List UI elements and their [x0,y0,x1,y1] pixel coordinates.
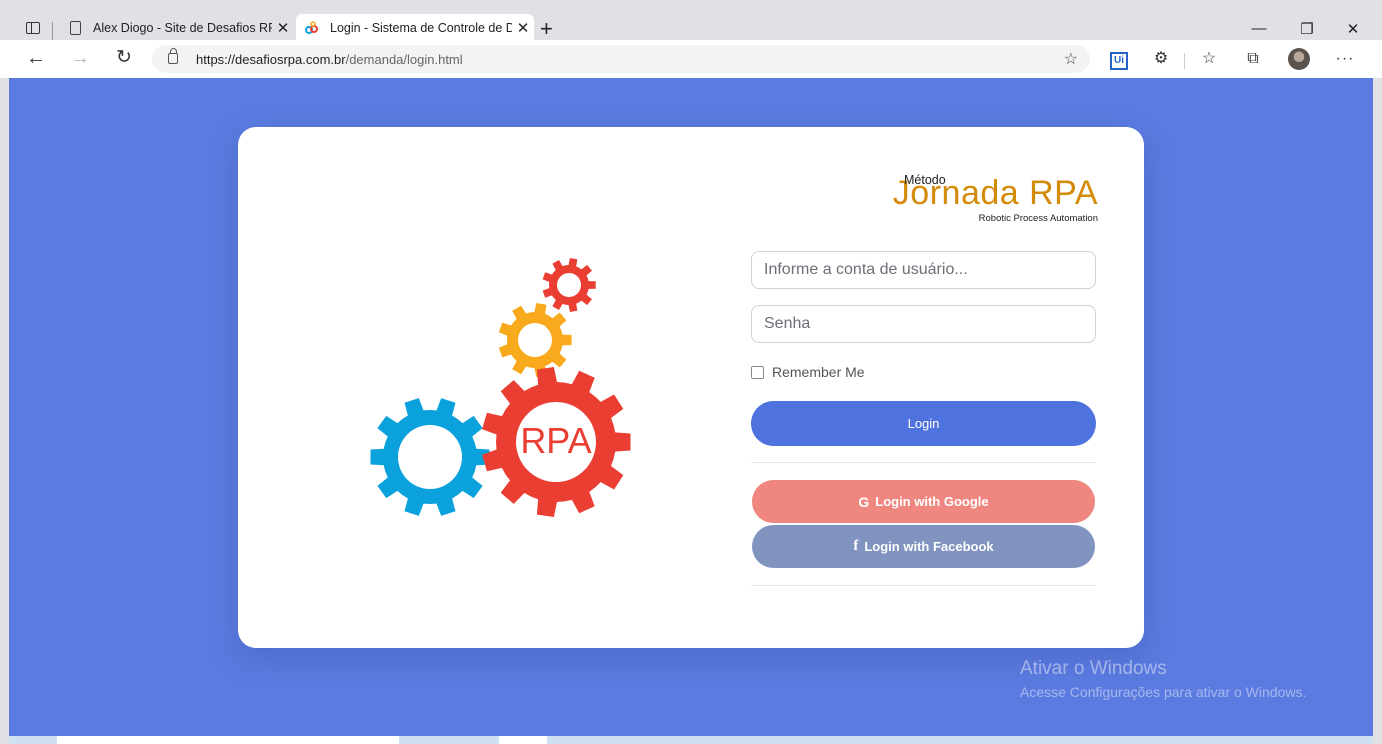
facebook-icon: f [853,538,859,554]
tab-separator [52,22,53,40]
tab-actions-icon [26,22,40,34]
uipath-extension-button[interactable]: Ui [1108,50,1130,70]
back-button[interactable]: ← [24,47,48,69]
login-google-button[interactable]: G Login with Google [752,480,1095,523]
address-bar: ← → ↻ https://desafiosrpa.com.br/demanda… [0,40,1382,78]
orange-gear-icon [498,303,572,377]
url-base: https://desafiosrpa.com.br [196,52,346,67]
maximize-button[interactable]: ❐ [1284,20,1330,38]
divider [751,585,1096,586]
google-icon: G [858,493,870,510]
watermark-subtitle: Acesse Configurações para ativar o Windo… [1020,684,1307,700]
remember-me-row[interactable]: Remember Me [751,364,1096,380]
profile-avatar[interactable] [1288,48,1310,70]
windows-activation-watermark: Ativar o Windows Acesse Configurações pa… [1020,658,1306,700]
collections-icon[interactable]: ⧉ [1242,50,1264,68]
rpa-gear-label: RPA [520,420,591,461]
close-tab-icon[interactable]: ✕ [512,19,534,37]
login-form: Informe a conta de usuário... Senha Reme… [751,251,1096,586]
taskbar-item[interactable] [499,736,547,744]
url-input[interactable]: https://desafiosrpa.com.br/demanda/login… [152,45,1090,73]
brand-logo: Jornada RPA Método Robotic Process Autom… [888,171,1098,227]
taskbar [9,736,1373,744]
browser-window: Alex Diogo - Site de Desafios RPA ✕ Logi… [0,0,1382,744]
add-favorite-icon[interactable]: ☆ [1064,49,1078,69]
divider [751,462,1096,463]
brand-prefix: Método [904,173,946,187]
login-google-label: Login with Google [875,494,989,509]
forward-button[interactable]: → [68,47,92,69]
tab-login[interactable]: Login - Sistema de Controle de Demandas … [296,14,534,42]
password-input[interactable]: Senha [751,305,1096,343]
watermark-title: Ativar o Windows [1020,658,1167,679]
tab-alex-diogo[interactable]: Alex Diogo - Site de Desafios RPA ✕ [60,14,294,42]
close-window-button[interactable]: ✕ [1330,20,1376,38]
remember-me-checkbox[interactable] [751,365,764,379]
login-button[interactable]: Login [751,401,1096,446]
tab-bar: Alex Diogo - Site de Desafios RPA ✕ Logi… [0,8,1382,42]
login-facebook-button[interactable]: f Login with Facebook [752,525,1095,568]
page-viewport: RPA Jornada RPA Método Robotic Process A… [9,78,1373,736]
lock-icon[interactable] [168,48,178,64]
url-text: https://desafiosrpa.com.br/demanda/login… [196,52,463,67]
red-small-gear-icon [542,258,596,312]
username-input[interactable]: Informe a conta de usuário... [751,251,1096,289]
url-path: /demanda/login.html [345,52,463,67]
favorites-icon[interactable]: ☆ [1198,50,1220,68]
rpa-gears-illustration: RPA [370,258,631,517]
extensions-icon[interactable]: ⚙ [1150,50,1172,68]
minimize-button[interactable]: — [1236,20,1282,37]
tab-actions-button[interactable] [14,14,54,34]
more-menu-icon[interactable]: ··· [1334,50,1356,68]
tab-title: Alex Diogo - Site de Desafios RPA [93,21,272,35]
close-tab-icon[interactable]: ✕ [272,19,294,37]
new-tab-button[interactable]: + [540,18,553,40]
blue-gear-icon [370,398,490,516]
taskbar-search[interactable] [57,736,399,744]
remember-me-label: Remember Me [772,364,865,380]
jornada-rpa-favicon-icon [304,20,320,36]
login-facebook-label: Login with Facebook [864,539,994,554]
uipath-icon: Ui [1110,52,1128,70]
toolbar-separator [1184,53,1185,69]
tab-title: Login - Sistema de Controle de Demandas [330,21,512,35]
brand-tagline: Robotic Process Automation [978,213,1098,224]
reload-button[interactable]: ↻ [112,47,136,69]
login-card: RPA Jornada RPA Método Robotic Process A… [238,127,1144,648]
document-icon [70,21,81,35]
